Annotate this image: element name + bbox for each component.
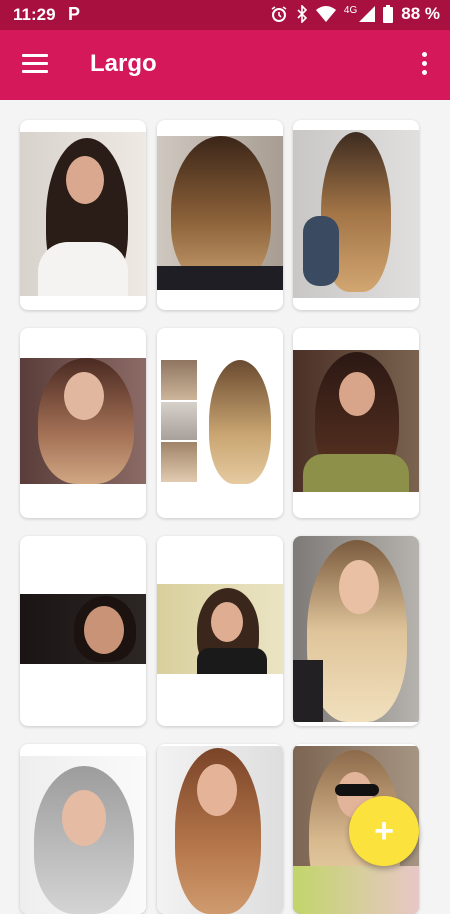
- network-type: 4G: [343, 4, 358, 16]
- hairstyle-photo: [20, 756, 146, 914]
- battery-level: 88 %: [401, 4, 440, 23]
- app-bar: Largo: [0, 30, 450, 100]
- gallery-item-9[interactable]: [293, 536, 419, 726]
- more-vertical-icon[interactable]: [422, 52, 428, 78]
- wifi-icon: [315, 6, 336, 22]
- gallery-item-2[interactable]: [157, 120, 283, 310]
- hairstyle-photo: [293, 130, 419, 298]
- gallery-item-3[interactable]: [293, 120, 419, 310]
- hairstyle-photo: [157, 136, 283, 290]
- plus-icon: +: [374, 812, 394, 850]
- gallery-item-8[interactable]: [157, 536, 283, 726]
- app-notification-icon: P: [68, 4, 81, 24]
- status-time: 11:29: [13, 5, 56, 24]
- hairstyle-photo: [157, 746, 283, 914]
- gallery-item-11[interactable]: [157, 744, 283, 914]
- gallery-item-7[interactable]: [20, 536, 146, 726]
- hamburger-menu-icon[interactable]: [22, 54, 48, 74]
- bluetooth-icon: [297, 5, 308, 23]
- gallery-item-10[interactable]: [20, 744, 146, 914]
- hairstyle-photo: [20, 358, 146, 484]
- hairstyle-photo: [157, 584, 283, 674]
- hairstyle-photo: [157, 358, 283, 484]
- gallery-item-1[interactable]: [20, 120, 146, 310]
- hairstyle-photo: [20, 594, 146, 664]
- hairstyle-photo: [293, 536, 419, 722]
- gallery-item-4[interactable]: [20, 328, 146, 518]
- alarm-icon: [271, 6, 287, 22]
- signal-icon: [359, 6, 376, 22]
- status-icons: 4G 88 %: [270, 4, 440, 24]
- hairstyle-photo: [20, 132, 146, 296]
- add-button[interactable]: +: [349, 796, 419, 866]
- status-bar: 11:29 P 4G 88 %: [0, 0, 450, 30]
- page-title: Largo: [90, 50, 157, 77]
- gallery-item-5[interactable]: [157, 328, 283, 518]
- hairstyle-photo: [293, 350, 419, 492]
- gallery-item-6[interactable]: [293, 328, 419, 518]
- battery-icon: [383, 5, 394, 23]
